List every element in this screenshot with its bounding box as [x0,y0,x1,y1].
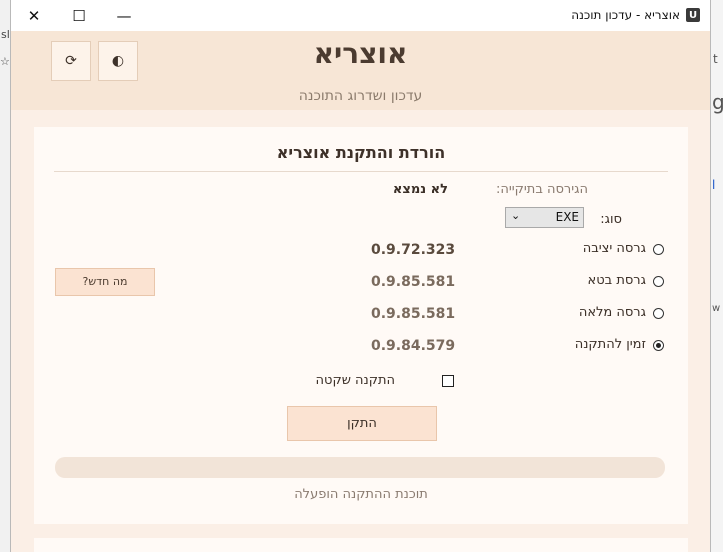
background-text-fragment: sl [1,28,10,41]
card-title: הורדת והתקנת אוצריא [276,143,446,162]
close-icon[interactable]: ✕ [11,0,57,31]
silent-install-label: התקנה שקטה [315,373,395,388]
app-logo-icon: U [686,8,700,22]
secondary-card [34,538,688,552]
existing-version-value: לא נמצא [392,182,448,197]
install-card: הורדת והתקנת אוצריא הגירסה בתיקייה: לא נ… [34,127,688,524]
whats-new-button[interactable]: מה חדש? [55,268,155,296]
background-window-right: t g l w [711,0,723,552]
background-text-fragment: l [712,178,716,192]
app-subtitle: עדכון ושדרוג התוכנה [298,88,423,104]
option-label: גרסת בטא [587,273,646,288]
radio-beta[interactable] [653,276,664,287]
radio-stable[interactable] [653,244,664,255]
app-title: אוצריא [313,37,408,70]
option-label: גרסה מלאה [578,305,646,320]
beta-version-number: 0.9.85.581 [371,274,456,290]
full-version-number: 0.9.85.581 [371,306,456,322]
type-label: סוג: [600,212,622,227]
available-version-number: 0.9.84.579 [371,338,456,354]
existing-version-label: הגירסה בתיקייה: [495,182,588,197]
background-text-fragment: g [712,90,723,114]
status-text: תוכנת ההתקנה הופעלה [294,487,428,502]
type-select[interactable]: EXE ⌄ [505,207,584,228]
radio-available[interactable] [653,340,664,351]
background-star-icon: ☆ [0,55,10,68]
type-select-value: EXE [555,210,579,224]
stable-version-number: 0.9.72.323 [371,242,456,258]
updater-window: ✕ ☐ — אוצריא - עדכון תוכנה U ⟳ ◐ אוצריא … [10,0,711,552]
silent-install-checkbox[interactable] [442,375,454,387]
install-button[interactable]: התקן [287,406,437,441]
title-bar: ✕ ☐ — אוצריא - עדכון תוכנה U [11,0,710,31]
background-text-fragment: t [713,52,718,66]
progress-bar [55,457,665,478]
background-text-fragment: w [712,303,721,314]
maximize-icon[interactable]: ☐ [56,0,102,31]
minimize-icon[interactable]: — [101,0,147,31]
radio-full[interactable] [653,308,664,319]
option-label: גרסה יציבה [582,241,646,256]
window-title: אוצריא - עדכון תוכנה [571,8,680,22]
chevron-down-icon: ⌄ [511,209,521,222]
option-label: זמין להתקנה [574,337,646,352]
divider [54,171,668,172]
app-header: ⟳ ◐ אוצריא עדכון ושדרוג התוכנה [11,31,710,110]
